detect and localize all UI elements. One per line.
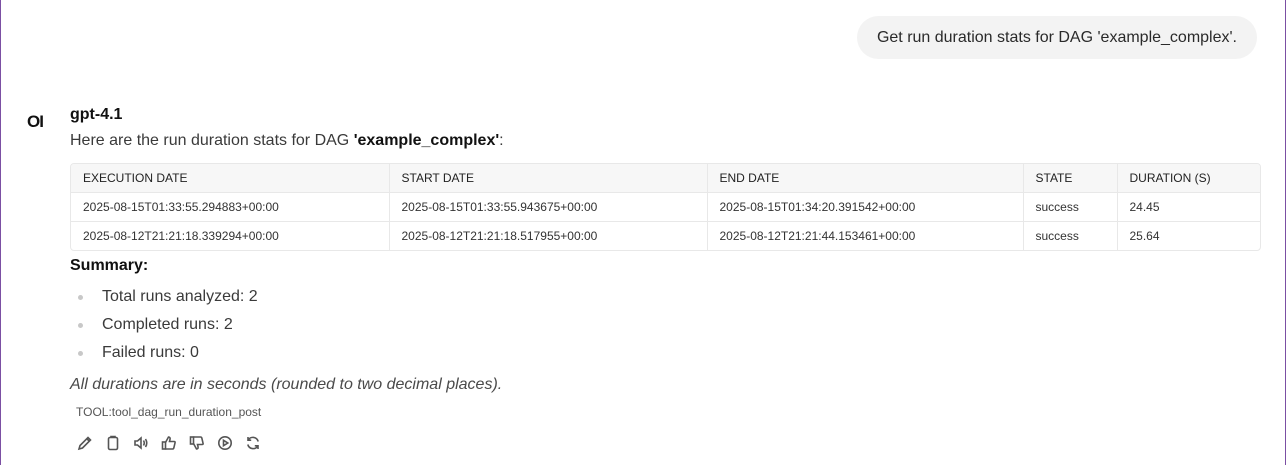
summary-heading: Summary: xyxy=(70,257,149,274)
cell-execution-date: 2025-08-15T01:33:55.294883+00:00 xyxy=(71,192,390,222)
cell-execution-date: 2025-08-12T21:21:18.339294+00:00 xyxy=(71,221,390,250)
table-header-row: Execution Date Start Date End Date State… xyxy=(71,164,1260,193)
column-header-state: State xyxy=(1023,164,1118,193)
intro-dag-name: 'example_complex' xyxy=(353,132,500,149)
durations-note: All durations are in seconds (rounded to… xyxy=(70,376,503,393)
summary-list: Total runs analyzed: 2 Completed runs: 2… xyxy=(70,283,258,367)
cell-end-date: 2025-08-15T01:34:20.391542+00:00 xyxy=(707,192,1024,222)
column-header-duration: Duration (s) xyxy=(1117,164,1260,193)
regenerate-icon[interactable] xyxy=(243,433,263,453)
message-action-bar xyxy=(75,433,263,453)
list-item: Failed runs: 0 xyxy=(70,339,258,367)
table-row: 2025-08-12T21:21:18.339294+00:00 2025-08… xyxy=(71,221,1260,250)
table-row: 2025-08-15T01:33:55.294883+00:00 2025-08… xyxy=(71,192,1260,222)
column-header-start-date: Start Date xyxy=(389,164,708,193)
assistant-intro-text: Here are the run duration stats for DAG … xyxy=(70,132,504,150)
cell-duration: 25.64 xyxy=(1129,229,1160,243)
user-message-bubble: Get run duration stats for DAG 'example_… xyxy=(856,16,1257,59)
cell-state: success xyxy=(1023,192,1118,222)
assistant-avatar: OI xyxy=(27,112,44,131)
read-aloud-icon[interactable] xyxy=(131,433,151,453)
cell-start-date: 2025-08-12T21:21:18.517955+00:00 xyxy=(389,221,708,250)
model-name: gpt-4.1 xyxy=(70,106,123,123)
list-item: Completed runs: 2 xyxy=(70,311,258,339)
edit-icon[interactable] xyxy=(75,433,95,453)
copy-icon[interactable] xyxy=(103,433,123,453)
run-duration-table: Execution Date Start Date End Date State… xyxy=(70,163,1261,251)
column-header-end-date: End Date xyxy=(707,164,1024,193)
thumbs-up-icon[interactable] xyxy=(159,433,179,453)
intro-prefix: Here are the run duration stats for DAG xyxy=(70,132,354,149)
tool-call-tag: TOOL:tool_dag_run_duration_post xyxy=(76,405,262,419)
thumbs-down-icon[interactable] xyxy=(187,433,207,453)
cell-start-date: 2025-08-15T01:33:55.943675+00:00 xyxy=(389,192,708,222)
cell-duration: 24.45 xyxy=(1117,192,1260,222)
list-item: Total runs analyzed: 2 xyxy=(70,283,258,311)
cell-end-date: 2025-08-12T21:21:44.153461+00:00 xyxy=(707,221,1024,250)
cell-state: success xyxy=(1023,221,1118,250)
intro-suffix: : xyxy=(499,132,504,149)
continue-icon[interactable] xyxy=(215,433,235,453)
column-header-execution-date: Execution Date xyxy=(71,164,390,193)
